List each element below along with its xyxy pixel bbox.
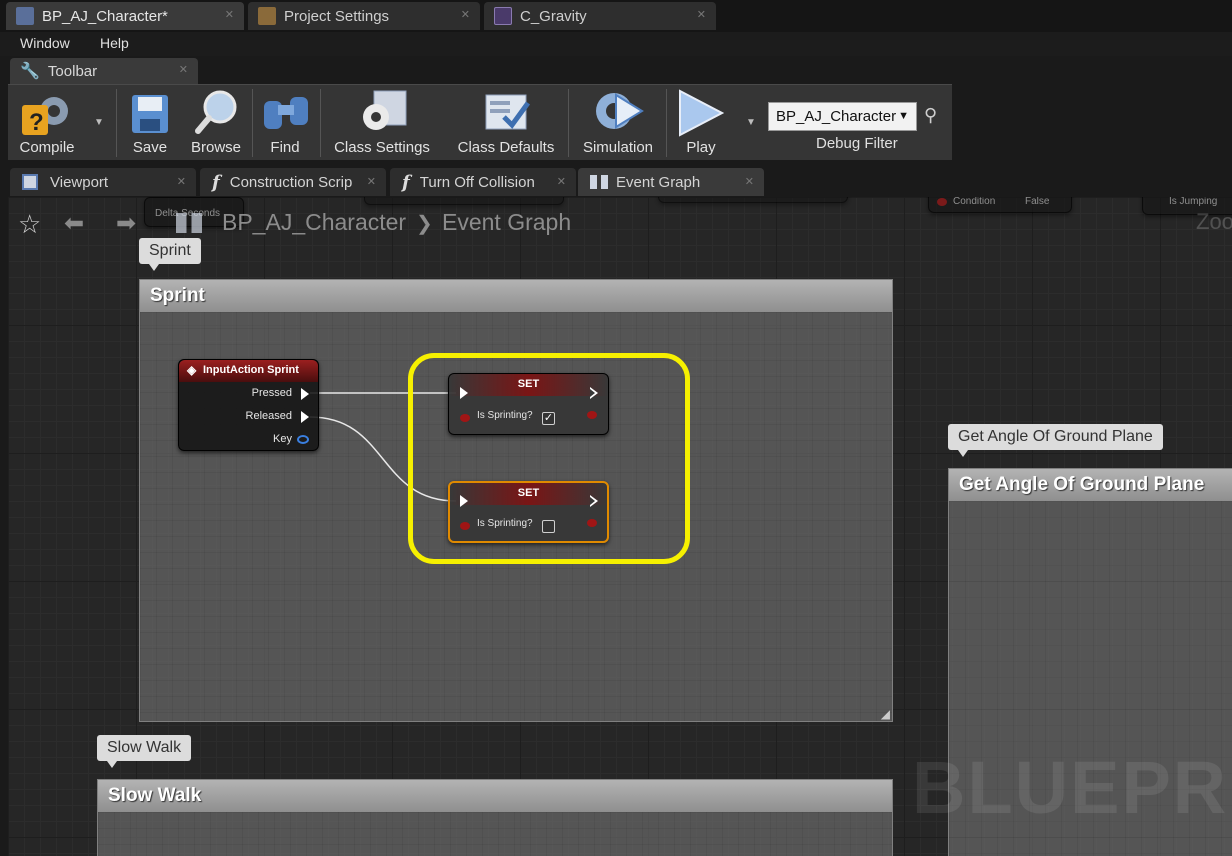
blueprint-watermark: BLUEPRIN	[912, 746, 1232, 829]
debug-object-select[interactable]: BP_AJ_Character ▼	[768, 102, 917, 131]
event-icon: ◈	[187, 363, 197, 377]
compile-label: Compile	[19, 139, 75, 156]
save-icon	[132, 95, 168, 133]
toolbar-separator	[568, 89, 569, 157]
close-icon[interactable]: ✕	[225, 8, 234, 21]
toolbar-separator	[666, 89, 667, 157]
blueprint-toolbar: ? Compile ▼ Save Browse Find Class Setti…	[8, 84, 952, 160]
close-icon[interactable]: ✕	[179, 63, 188, 76]
tab-turn-off-collision[interactable]: f Turn Off Collision ✕	[390, 168, 576, 196]
toolbar-tab-label: Toolbar	[47, 62, 98, 80]
play-button[interactable]: Play	[670, 85, 732, 161]
tab-viewport[interactable]: Viewport ✕	[10, 168, 196, 196]
debug-object-value: BP_AJ_Character	[776, 108, 897, 125]
class-settings-label: Class Settings	[334, 139, 430, 156]
viewport-icon	[22, 174, 38, 190]
simulation-icon	[596, 93, 644, 129]
class-defaults-button[interactable]: Class Defaults	[446, 85, 566, 161]
toolbar-separator	[116, 89, 117, 157]
released-exec-pin[interactable]	[301, 411, 309, 423]
doc-tab-project-settings[interactable]: Project Settings ✕	[248, 2, 480, 30]
wrench-icon: 🔧	[20, 63, 40, 80]
close-icon[interactable]: ✕	[367, 175, 376, 188]
play-label: Play	[686, 139, 716, 156]
key-struct-pin[interactable]	[297, 435, 309, 444]
menu-window[interactable]: Window	[20, 35, 70, 51]
binoculars-icon	[264, 97, 308, 129]
tab-label: Viewport	[50, 173, 109, 191]
graph-icon	[590, 175, 608, 189]
tab-label: Construction Scrip	[229, 173, 353, 191]
settings-doc-icon	[258, 7, 276, 25]
curve-doc-icon	[494, 7, 512, 25]
key-label: Key	[273, 433, 292, 445]
simulation-label: Simulation	[582, 139, 654, 156]
doc-tab-label: Project Settings	[284, 7, 390, 25]
function-icon: f	[212, 171, 220, 193]
event-graph-canvas[interactable]: Delta Seconds Condition False Is Jumping…	[8, 197, 1232, 856]
menu-bar: Window Help	[0, 32, 1232, 56]
tab-label: Event Graph	[616, 173, 701, 191]
close-icon[interactable]: ✕	[745, 175, 754, 188]
class-settings-icon	[363, 90, 407, 130]
doc-tab-label: C_Gravity	[520, 7, 587, 25]
compile-options-arrow[interactable]: ▼	[94, 117, 104, 128]
close-icon[interactable]: ✕	[697, 8, 706, 21]
doc-tab-c-gravity[interactable]: C_Gravity ✕	[484, 2, 716, 30]
play-icon	[679, 89, 724, 137]
class-defaults-label: Class Defaults	[457, 139, 555, 156]
magnifier-icon	[195, 90, 237, 134]
input-action-title: InputAction Sprint	[203, 364, 299, 376]
find-button[interactable]: Find	[256, 85, 314, 161]
class-settings-button[interactable]: Class Settings	[324, 85, 440, 161]
class-defaults-icon	[485, 94, 531, 130]
play-options-arrow[interactable]: ▼	[746, 117, 756, 128]
find-label: Find	[270, 139, 300, 156]
blueprint-doc-icon	[16, 7, 34, 25]
tab-label: Turn Off Collision	[419, 173, 535, 191]
doc-tab-label: BP_AJ_Character*	[42, 7, 168, 25]
simulation-button[interactable]: Simulation	[572, 85, 664, 161]
menu-help[interactable]: Help	[100, 35, 129, 51]
pressed-exec-pin[interactable]	[301, 388, 309, 400]
input-action-header: ◈ InputAction Sprint	[179, 360, 318, 382]
svg-text:?: ?	[29, 109, 44, 136]
toolbar-separator	[320, 89, 321, 157]
highlight-annotation	[408, 353, 690, 564]
compile-icon: ?	[22, 97, 68, 136]
chevron-down-icon: ▼	[898, 110, 909, 122]
close-icon[interactable]: ✕	[557, 175, 566, 188]
pressed-label: Pressed	[251, 387, 292, 399]
close-icon[interactable]: ✕	[461, 8, 470, 21]
editor-tab-bar: Viewport ✕ f Construction Scrip ✕ f Turn…	[0, 162, 1232, 196]
save-button[interactable]: Save	[120, 85, 180, 161]
doc-tab-bp-aj-character[interactable]: BP_AJ_Character* ✕	[6, 2, 244, 30]
input-action-sprint-node[interactable]: ◈ InputAction Sprint Pressed Released Ke…	[178, 359, 319, 451]
compile-button[interactable]: ? Compile	[8, 85, 86, 161]
browse-label: Browse	[190, 139, 242, 156]
browse-button[interactable]: Browse	[184, 85, 248, 161]
toolbar-separator	[252, 89, 253, 157]
save-label: Save	[132, 139, 168, 156]
tab-construction-script[interactable]: f Construction Scrip ✕	[200, 168, 386, 196]
released-label: Released	[245, 410, 292, 422]
debug-filter-label: Debug Filter	[816, 135, 898, 152]
function-icon: f	[402, 171, 410, 193]
close-icon[interactable]: ✕	[177, 175, 186, 188]
document-tab-bar: BP_AJ_Character* ✕ Project Settings ✕ C_…	[0, 0, 1232, 32]
search-icon[interactable]: ⚲	[924, 105, 937, 126]
tab-event-graph[interactable]: Event Graph ✕	[578, 168, 764, 196]
toolbar-panel-tab[interactable]: 🔧 Toolbar ✕	[10, 58, 198, 84]
